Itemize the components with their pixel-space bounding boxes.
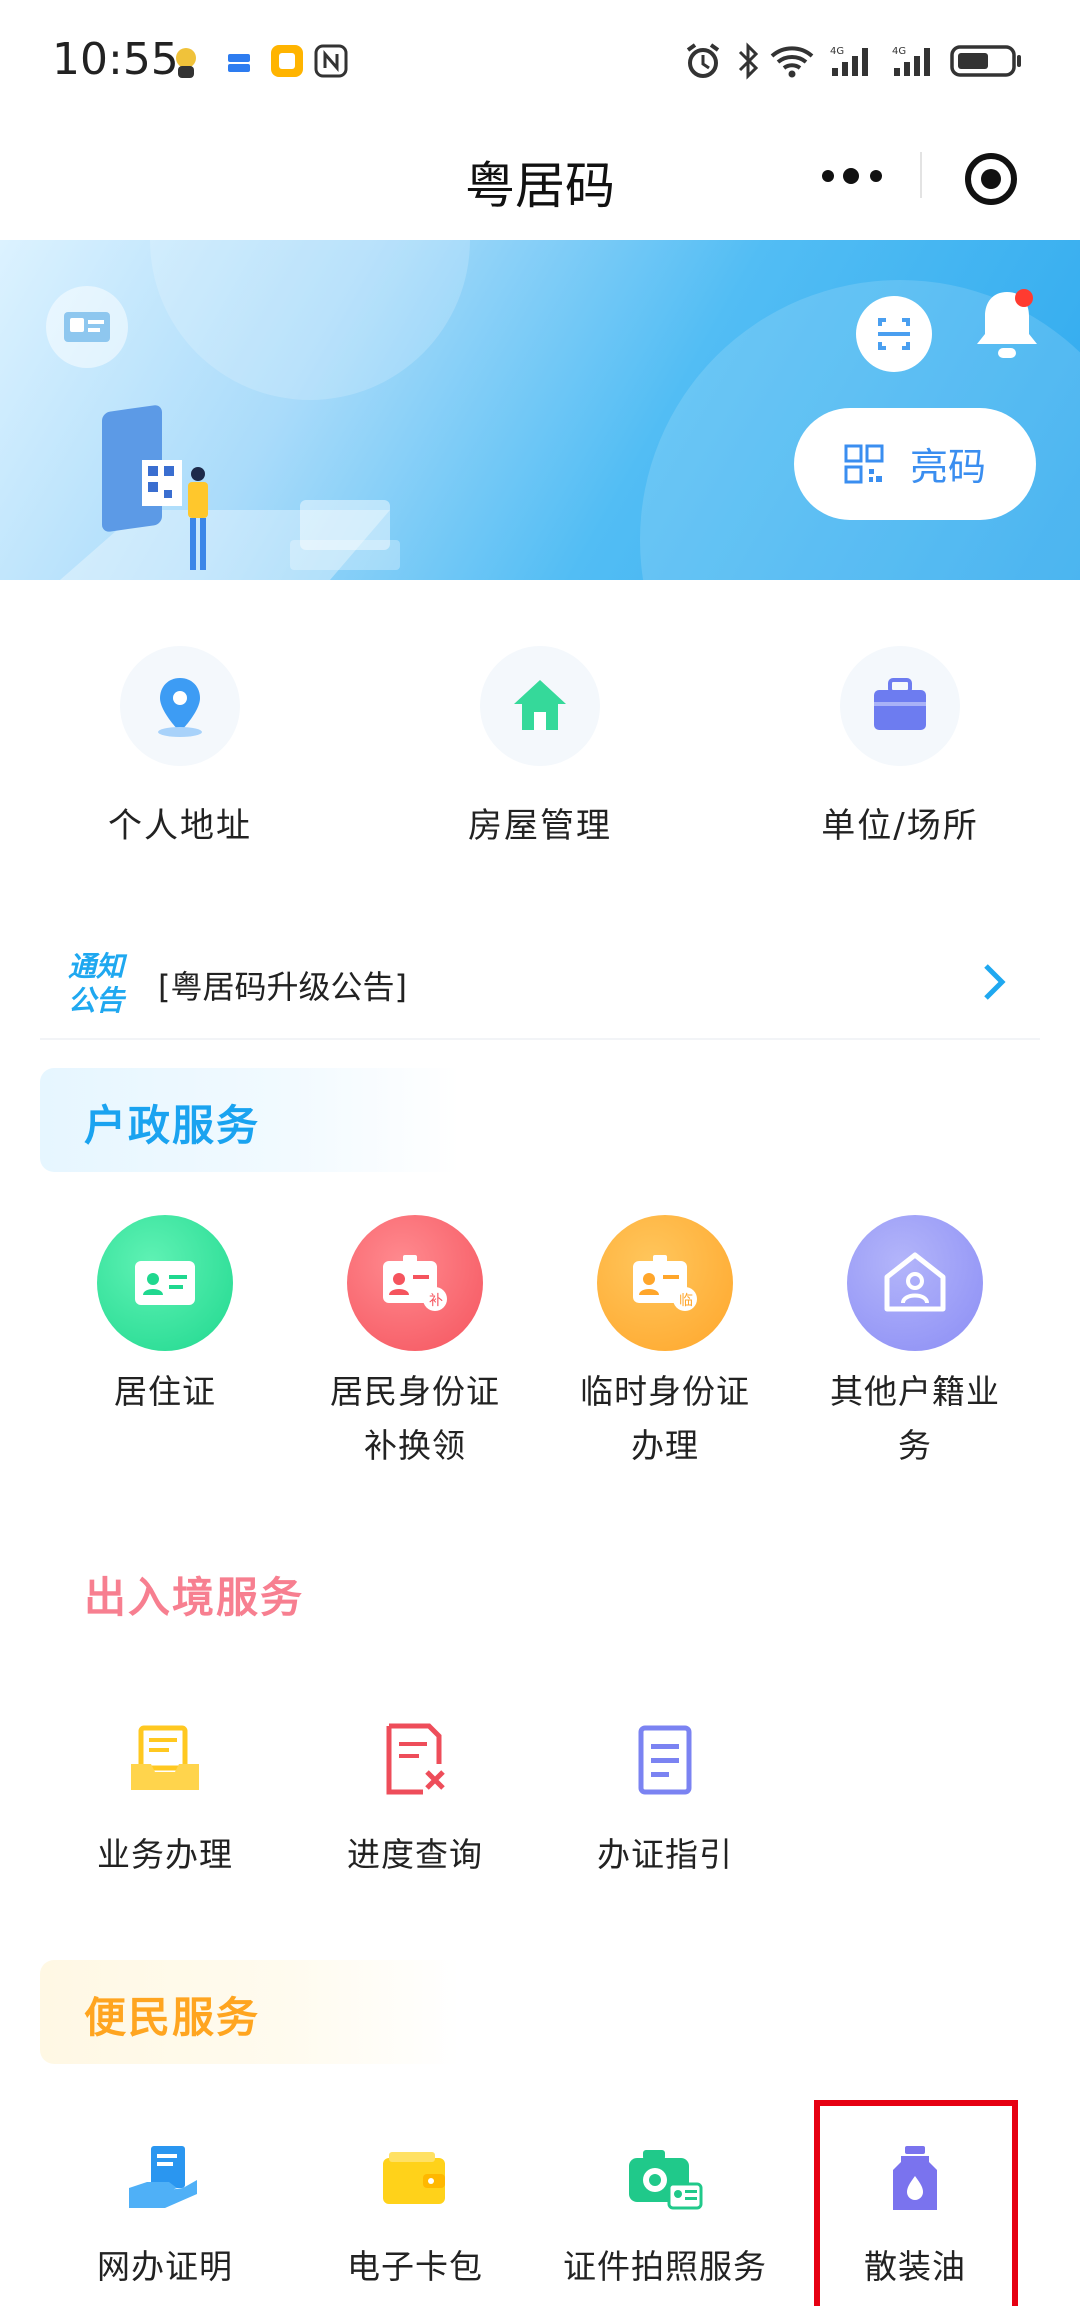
service-label-line2: 务 bbox=[898, 1426, 932, 1465]
banner-decoration bbox=[150, 240, 470, 400]
location-icon bbox=[120, 646, 240, 766]
notice-tag: 通知公告 bbox=[68, 950, 125, 1017]
page-title: 粤居码 bbox=[465, 157, 615, 215]
document-x-icon bbox=[386, 1723, 445, 1795]
banner-illustration bbox=[60, 405, 400, 580]
quick-item-label: 单位/场所 bbox=[821, 806, 979, 846]
section-title: 便民服务 bbox=[84, 1993, 261, 2042]
quick-item-label: 个人地址 bbox=[108, 806, 252, 846]
signal-icon: 4G bbox=[892, 46, 930, 76]
wifi-icon bbox=[770, 46, 814, 78]
section-title: 户政服务 bbox=[84, 1101, 261, 1150]
bell-icon[interactable] bbox=[970, 284, 1044, 368]
household-icon bbox=[847, 1215, 983, 1351]
app-icon bbox=[228, 54, 250, 72]
svg-text:4G: 4G bbox=[892, 46, 906, 57]
service-label: 证件拍照服务 bbox=[563, 2247, 767, 2286]
service-label: 居住证 bbox=[114, 1372, 216, 1411]
wallet-icon bbox=[383, 2152, 445, 2204]
header-banner: 亮码 bbox=[0, 240, 1080, 580]
bluetooth-icon bbox=[738, 42, 759, 80]
show-code-button[interactable]: 亮码 bbox=[794, 408, 1036, 520]
id-card-icon[interactable] bbox=[46, 286, 128, 368]
service-label: 其他户籍业 bbox=[830, 1372, 1000, 1411]
camera-icon bbox=[629, 2150, 703, 2210]
quick-item-label: 房屋管理 bbox=[468, 806, 612, 846]
target-icon[interactable] bbox=[962, 150, 1020, 208]
chevron-right-icon bbox=[984, 964, 1006, 1000]
exit-entry-services: 业务办理 进度查询 办证指引 bbox=[40, 1720, 1040, 1890]
section-title: 出入境服务 bbox=[84, 1573, 305, 1622]
section-header-household: 户政服务 bbox=[40, 1068, 520, 1172]
notice-text: [粤居码升级公告] bbox=[158, 968, 407, 1006]
house-icon bbox=[480, 646, 600, 766]
inbox-icon bbox=[131, 1725, 199, 1790]
service-label-line2: 补换领 bbox=[364, 1426, 466, 1465]
service-label: 办证指引 bbox=[597, 1835, 733, 1874]
notification-badge bbox=[1015, 289, 1033, 307]
section-header-exit-entry: 出入境服务 bbox=[40, 1540, 520, 1644]
notification-icon bbox=[176, 48, 196, 78]
more-icon[interactable] bbox=[818, 146, 888, 206]
svg-text:补: 补 bbox=[429, 1293, 443, 1309]
service-label: 网办证明 bbox=[97, 2247, 233, 2286]
residence-card-icon bbox=[97, 1215, 233, 1351]
nfc-icon bbox=[314, 44, 348, 78]
highlight-box bbox=[814, 2100, 1018, 2306]
qr-icon bbox=[844, 444, 884, 484]
scan-icon[interactable] bbox=[856, 296, 932, 372]
svg-text:临: 临 bbox=[679, 1293, 693, 1309]
battery-icon bbox=[950, 45, 1021, 77]
certificate-hand-icon bbox=[129, 2146, 197, 2208]
notice-bar[interactable]: 通知公告 [粤居码升级公告] bbox=[40, 930, 1040, 1040]
service-label: 电子卡包 bbox=[347, 2247, 483, 2286]
service-label: 居民身份证 bbox=[330, 1372, 500, 1411]
service-label: 临时身份证 bbox=[580, 1372, 750, 1411]
app-icon bbox=[271, 45, 303, 77]
household-services: 居住证 补 居民身份证 补换领 临 临时身份证 办理 其他户籍业 务 bbox=[40, 1215, 1040, 1475]
nav-bar: 粤居码 bbox=[0, 120, 1080, 240]
signal-icon: 4G bbox=[830, 46, 868, 76]
svg-text:4G: 4G bbox=[830, 46, 844, 57]
id-card-replace-icon: 补 bbox=[347, 1215, 483, 1351]
capsule-divider bbox=[920, 152, 922, 198]
status-time: 10:55 bbox=[52, 34, 179, 85]
alarm-icon bbox=[686, 43, 720, 78]
service-label: 进度查询 bbox=[347, 1835, 483, 1874]
document-icon bbox=[638, 1725, 692, 1795]
section-header-convenience: 便民服务 bbox=[40, 1960, 520, 2064]
service-label-line2: 办理 bbox=[631, 1426, 699, 1465]
service-label: 业务办理 bbox=[97, 1835, 233, 1874]
status-bar: 10:55 4G 4G bbox=[0, 0, 1080, 120]
quick-actions: 个人地址 房屋管理 单位/场所 bbox=[0, 630, 1080, 890]
temp-id-card-icon: 临 bbox=[597, 1215, 733, 1351]
briefcase-icon bbox=[840, 646, 960, 766]
show-code-label: 亮码 bbox=[910, 445, 987, 489]
